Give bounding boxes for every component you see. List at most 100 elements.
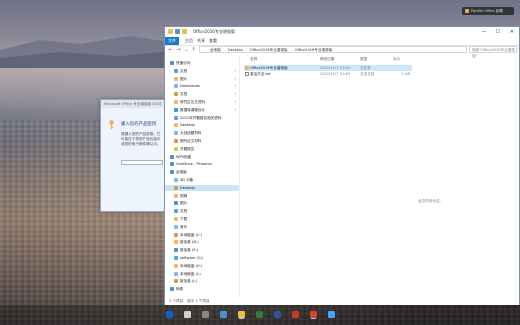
sidebar-item[interactable]: 本地磁盘 (H:): [165, 263, 239, 269]
sidebar-item[interactable]: 文档 ✓: [165, 91, 239, 97]
sidebar-item[interactable]: 研究生论文资料 ✓: [165, 99, 239, 105]
powerpoint-icon[interactable]: [292, 311, 299, 318]
pin-icon[interactable]: ✓: [234, 107, 237, 113]
properties-icon[interactable]: [175, 29, 180, 34]
sidebar-item[interactable]: 期刊论文材料: [165, 138, 239, 144]
sidebar-item[interactable]: 音乐: [165, 224, 239, 230]
office-setup-icon[interactable]: [310, 311, 317, 318]
column-name[interactable]: 名称: [250, 56, 257, 63]
sidebar-item[interactable]: 2021年开题报告相关资料: [165, 115, 239, 121]
pin-icon[interactable]: ✓: [234, 76, 237, 82]
sidebar-item-label: 本地磁盘 (C:): [180, 232, 203, 237]
forward-icon[interactable]: →: [175, 46, 182, 54]
sidebar-item[interactable]: 此电脑: [165, 169, 239, 175]
breadcrumb-desktop[interactable]: Desktop: [228, 48, 243, 52]
sidebar-item[interactable]: WPS网盘: [165, 154, 239, 160]
folder-icon: [174, 76, 178, 81]
column-type[interactable]: 类型: [360, 56, 367, 63]
file-date: 2022/11/7 21:43: [320, 72, 350, 76]
sidebar-item[interactable]: 视频: [165, 193, 239, 199]
key-icon: [109, 120, 114, 129]
sidebar-item-label: 此电脑: [176, 170, 187, 175]
recent-chevron-icon[interactable]: ⌄: [183, 46, 190, 54]
sidebar-item-label: 研究生论文资料: [180, 100, 206, 104]
search-input[interactable]: 搜索"Office2016专业增强版": [469, 46, 517, 58]
tab-view[interactable]: 查看: [209, 37, 217, 45]
column-date[interactable]: 修改日期: [320, 56, 334, 63]
sidebar-item[interactable]: 文档: [165, 208, 239, 214]
address-row: ← → ⌄ ↑ 此电脑 Desktop Office2016专业增强版 Offi…: [165, 45, 519, 58]
file-row[interactable]: 激活方法.txt 2022/11/7 21:43 文本文档 1 KB: [244, 71, 412, 77]
sidebar-item-label: 文档: [180, 209, 188, 214]
sidebar-item[interactable]: 新加卷 (D:): [165, 239, 239, 245]
text-file-icon: [245, 72, 249, 76]
tab-share[interactable]: 共享: [197, 37, 205, 45]
group-icon: [170, 170, 174, 175]
sidebar-item[interactable]: 3D 对象: [165, 177, 239, 183]
sidebar-item-label: 2021年开题报告相关资料: [180, 115, 222, 120]
sidebar-item[interactable]: 大创结题材料: [165, 130, 239, 136]
file-explorer-icon[interactable]: [238, 311, 245, 318]
breadcrumb-this-pc[interactable]: 此电脑: [210, 48, 221, 52]
folder-icon: [174, 146, 178, 151]
maximize-button[interactable]: ☐: [491, 27, 505, 37]
sidebar-item-label: 3D 对象: [180, 178, 194, 182]
task-view-icon[interactable]: [202, 311, 209, 318]
sidebar-item[interactable]: 图片: [165, 200, 239, 206]
sidebar-item[interactable]: Desktop: [165, 184, 239, 191]
breadcrumb-folder[interactable]: Office2016专业增强版: [250, 48, 288, 52]
group-icon: [170, 154, 174, 159]
file-type: 文本文档: [360, 72, 375, 76]
tab-file[interactable]: 文件: [165, 37, 179, 45]
sidebar-item[interactable]: 本地磁盘 (I:): [165, 271, 239, 277]
breadcrumb-subfolder[interactable]: Office2016专业增强版: [295, 48, 333, 52]
pin-icon[interactable]: ✓: [234, 83, 237, 89]
product-key-input[interactable]: [121, 160, 163, 165]
sidebar-item-label: 数据库课程设计: [180, 107, 206, 112]
group-icon: [170, 61, 174, 65]
chat-icon[interactable]: [328, 311, 335, 318]
sidebar-item[interactable]: 快速访问: [165, 60, 239, 66]
minimize-button[interactable]: —: [477, 27, 491, 37]
sidebar-item[interactable]: 开题报告: [165, 146, 239, 152]
notification-toast[interactable]: Pantile Office 卸载: [462, 7, 514, 15]
sidebar-item[interactable]: 新加卷 (E:): [165, 247, 239, 253]
word-icon[interactable]: [274, 311, 281, 318]
tab-home[interactable]: 主页: [185, 37, 193, 45]
close-button[interactable]: ✕: [505, 27, 519, 37]
sidebar-item-label: 图片: [180, 76, 188, 81]
sidebar-item[interactable]: software (G:): [165, 255, 239, 261]
sidebar-item-label: 本地磁盘 (I:): [180, 271, 201, 276]
column-size[interactable]: 大小: [393, 56, 400, 63]
sidebar-item[interactable]: 本地磁盘 (C:): [165, 232, 239, 238]
folder-icon: [174, 107, 178, 112]
folder-icon: [174, 68, 178, 73]
sidebar-item[interactable]: 下载: [165, 216, 239, 222]
address-bar[interactable]: 此电脑 Desktop Office2016专业增强版 Office2016专业…: [199, 46, 467, 53]
sidebar-item[interactable]: 网络: [165, 286, 239, 292]
search-icon[interactable]: [184, 311, 191, 318]
pin-icon[interactable]: ✓: [234, 99, 237, 105]
sidebar-item-label: 下载: [180, 217, 188, 221]
edge-icon[interactable]: [220, 311, 227, 318]
sidebar-item[interactable]: 数据库课程设计 ✓: [165, 107, 239, 113]
navigation-pane: 快速访问 文档 ✓ 图片 ✓ Downloads ✓ 文档 ✓ 研究生论文资料 ✓ 数据库课程设计 ✓ 2…: [165, 56, 240, 298]
sidebar-item[interactable]: Desktop: [165, 122, 239, 128]
start-icon[interactable]: [166, 311, 173, 318]
up-icon[interactable]: ↑: [190, 46, 197, 54]
new-folder-icon[interactable]: [182, 29, 187, 34]
back-icon[interactable]: ←: [167, 46, 174, 54]
folder-icon: [174, 139, 178, 143]
sidebar-item[interactable]: 新加卷 (J:): [165, 278, 239, 284]
sidebar-item-label: 音乐: [180, 224, 188, 229]
pin-icon[interactable]: ✓: [234, 91, 237, 97]
sidebar-item[interactable]: Downloads ✓: [165, 83, 239, 89]
sidebar-item[interactable]: OneDrive - Personal: [165, 161, 239, 167]
item-count: 2 个项目: [169, 299, 184, 303]
pin-icon[interactable]: ✓: [234, 68, 237, 74]
app-icon: [465, 9, 469, 13]
dialog-title: Microsoft Office 专业增强版 2016: [101, 100, 165, 108]
excel-icon[interactable]: [256, 311, 263, 318]
sidebar-item[interactable]: 图片 ✓: [165, 76, 239, 82]
sidebar-item[interactable]: 文档 ✓: [165, 68, 239, 74]
